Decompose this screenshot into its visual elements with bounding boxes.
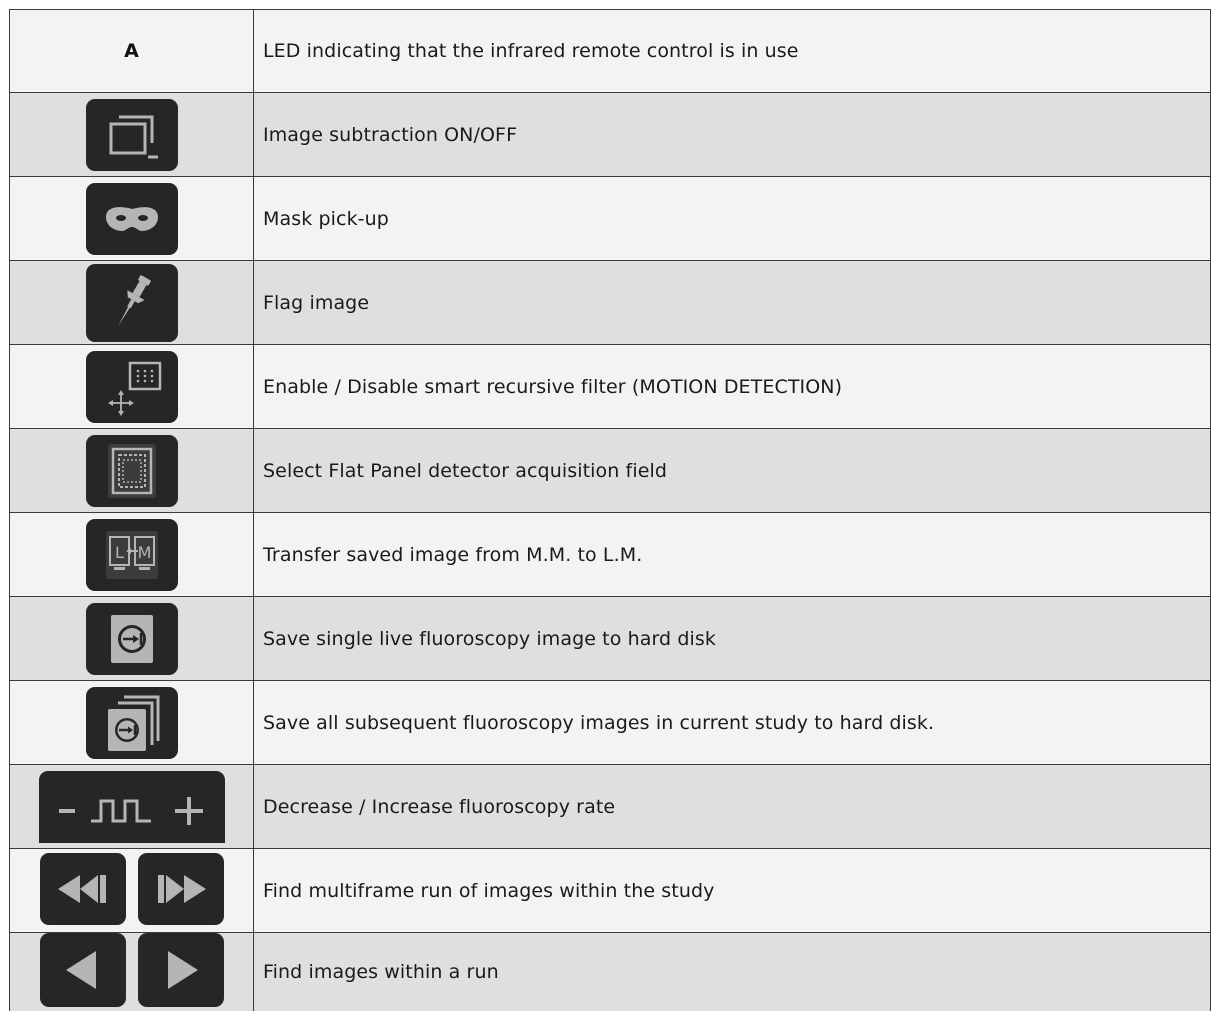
acquisition-field-icon <box>85 434 178 507</box>
next-icon <box>137 933 224 1007</box>
description: Find images within a run <box>253 932 1211 1011</box>
icon-cell <box>9 848 254 933</box>
mask-icon <box>85 182 178 255</box>
icon-cell <box>9 428 254 513</box>
save-all-icon <box>85 686 178 759</box>
description: Decrease / Increase fluoroscopy rate <box>253 764 1211 849</box>
description: Find multiframe run of images within the… <box>253 848 1211 933</box>
transfer-m-to-l-icon: L M <box>85 518 178 591</box>
description: LED indicating that the infrared remote … <box>253 9 1211 93</box>
table-row: Find multiframe run of images within the… <box>9 848 1211 933</box>
table-row: Flag image <box>9 260 1211 345</box>
description: Enable / Disable smart recursive filter … <box>253 344 1211 429</box>
description: Mask pick-up <box>253 176 1211 261</box>
icon-cell <box>9 680 254 765</box>
table-row: Enable / Disable smart recursive filter … <box>9 344 1211 429</box>
motion-detection-icon <box>85 350 178 423</box>
table-row: Decrease / Increase fluoroscopy rate <box>9 764 1211 849</box>
icon-cell <box>9 596 254 681</box>
icon-cell <box>9 764 254 849</box>
pulse-rate-icon <box>38 770 225 843</box>
table-row: A LED indicating that the infrared remot… <box>9 9 1211 93</box>
image-subtraction-icon <box>85 98 178 171</box>
table-row: Find images within a run <box>9 932 1211 1011</box>
save-single-icon <box>85 602 178 675</box>
icon-cell <box>9 92 254 177</box>
table-row: Image subtraction ON/OFF <box>9 92 1211 177</box>
previous-next-icon <box>39 933 224 1007</box>
fast-forward-icon <box>137 852 224 925</box>
previous-icon <box>39 933 126 1007</box>
icon-cell <box>9 176 254 261</box>
table-row: Save single live fluoroscopy image to ha… <box>9 596 1211 681</box>
description: Transfer saved image from M.M. to L.M. <box>253 512 1211 597</box>
description: Select Flat Panel detector acquisition f… <box>253 428 1211 513</box>
description: Image subtraction ON/OFF <box>253 92 1211 177</box>
icon-cell <box>9 260 254 345</box>
table-row: Save all subsequent fluoroscopy images i… <box>9 680 1211 765</box>
svg-text:L: L <box>115 543 124 562</box>
icon-cell <box>9 344 254 429</box>
fast-rewind-icon <box>39 852 126 925</box>
table-row: Mask pick-up <box>9 176 1211 261</box>
fast-rewind-forward-icon <box>39 852 224 925</box>
icon-cell: A <box>9 9 254 93</box>
icon-cell: L M <box>9 512 254 597</box>
table-row: L M Transfer saved image from M.M. to L.… <box>9 512 1211 597</box>
icon-cell <box>9 932 254 1011</box>
led-letter: A <box>124 40 139 62</box>
description: Flag image <box>253 260 1211 345</box>
legend-table: A LED indicating that the infrared remot… <box>9 9 1211 1011</box>
description: Save single live fluoroscopy image to ha… <box>253 596 1211 681</box>
table-row: Select Flat Panel detector acquisition f… <box>9 428 1211 513</box>
description: Save all subsequent fluoroscopy images i… <box>253 680 1211 765</box>
svg-text:M: M <box>137 543 151 562</box>
pushpin-icon <box>85 263 178 342</box>
